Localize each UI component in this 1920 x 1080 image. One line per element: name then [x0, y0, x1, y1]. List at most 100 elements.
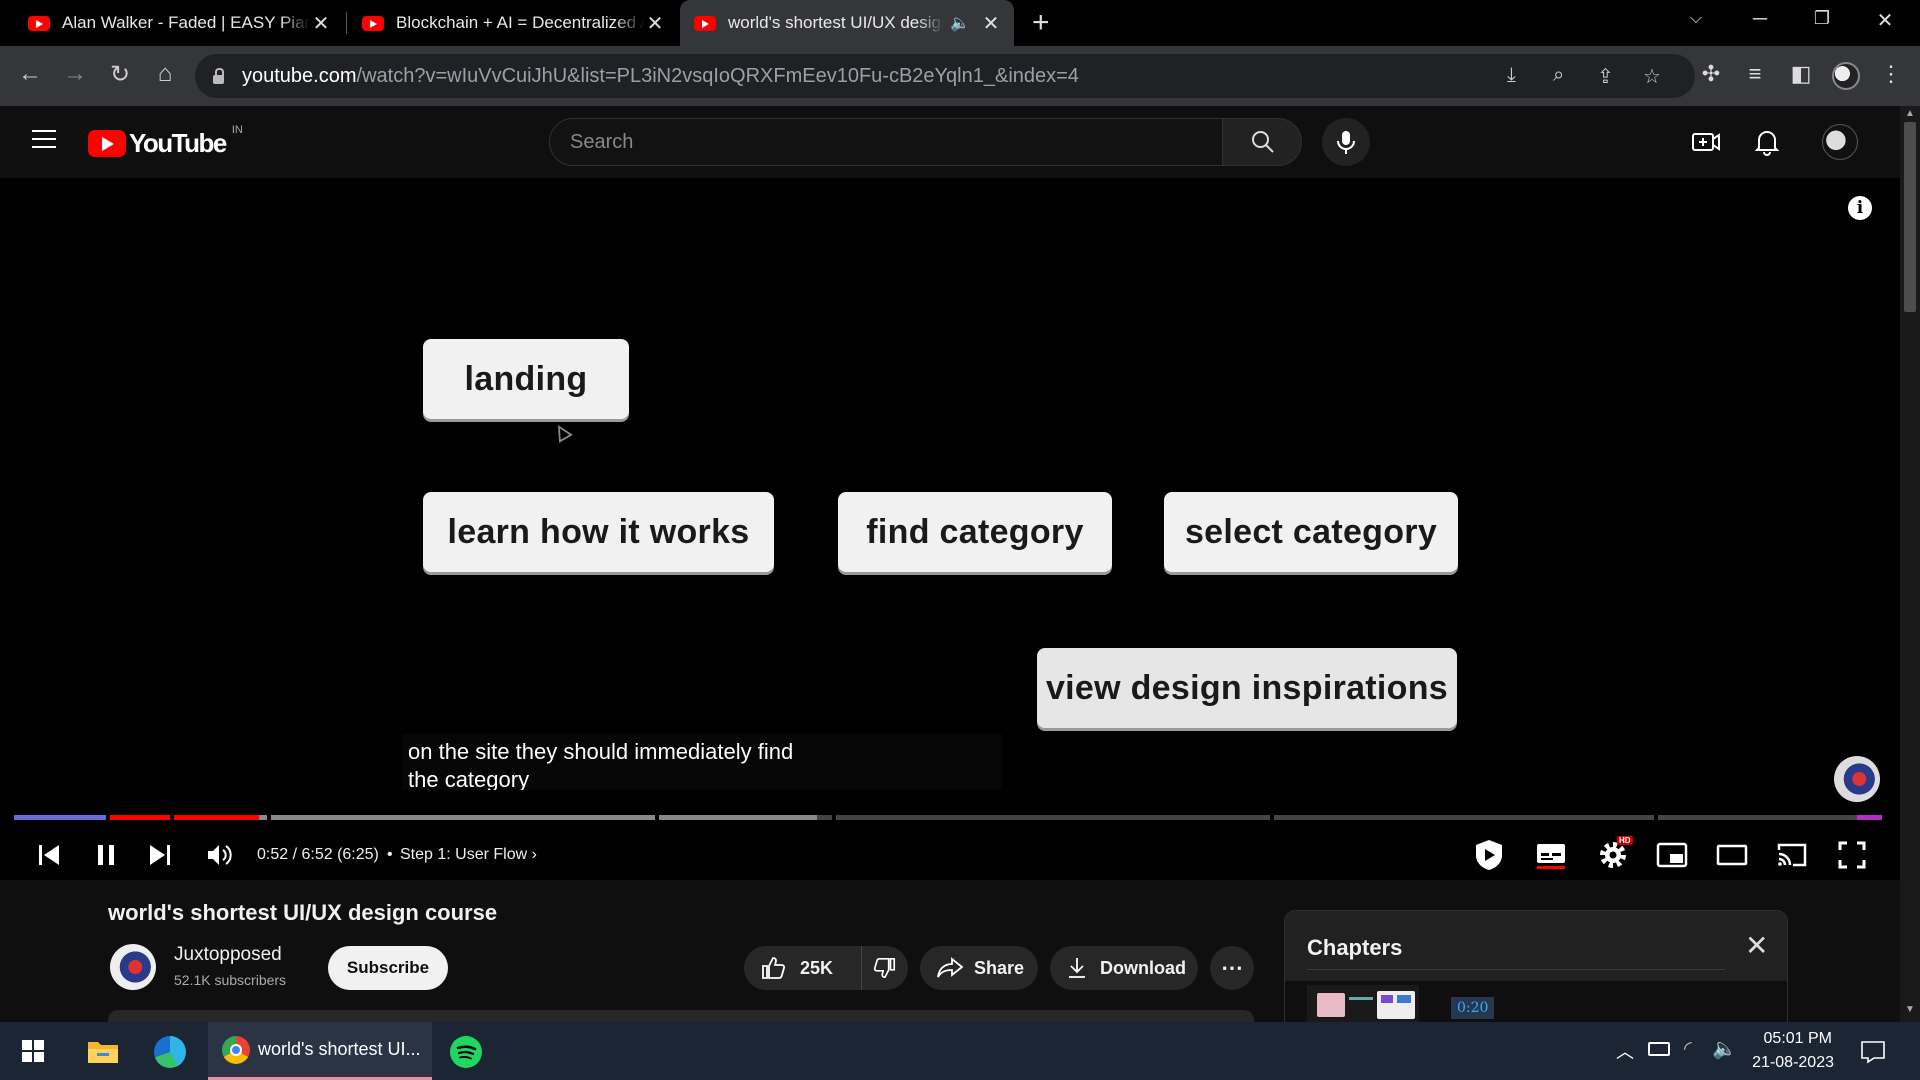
chapters-title: Chapters	[1307, 935, 1403, 960]
like-button[interactable]: 25K	[744, 946, 862, 990]
close-tab-icon[interactable]: ✕	[644, 11, 666, 36]
description-box[interactable]	[108, 1010, 1254, 1022]
share-button[interactable]: Share	[920, 946, 1038, 990]
share-arrow-icon	[937, 957, 964, 978]
browser-tab-2[interactable]: Blockchain + AI = Decentralized AI ✕	[334, 0, 678, 46]
youtube-logo[interactable]: YouTube IN	[88, 124, 243, 159]
chapter-timestamp[interactable]: 0:20	[1451, 997, 1495, 1019]
edge-browser-icon[interactable]	[154, 1036, 186, 1068]
fullscreen-icon[interactable]	[1838, 841, 1866, 869]
restore-button[interactable]: ❐	[1807, 8, 1837, 29]
subtitles-icon[interactable]	[1535, 840, 1567, 870]
create-video-icon[interactable]	[1690, 126, 1722, 158]
windows-start-icon[interactable]	[22, 1040, 44, 1062]
close-window-button[interactable]: ✕	[1870, 8, 1900, 33]
chapter-gap	[655, 815, 659, 820]
chapter-gap	[267, 815, 271, 820]
video-player[interactable]: i landing learn how it works find catego…	[0, 178, 1900, 880]
download-button[interactable]: Download	[1050, 946, 1198, 990]
forward-arrow-icon[interactable]: →	[59, 60, 91, 88]
time-display: 0:52 / 6:52 (6:25)	[257, 846, 379, 863]
search-icon	[1252, 131, 1274, 153]
search-button[interactable]	[1222, 118, 1302, 166]
close-tab-icon[interactable]: ✕	[980, 11, 1002, 36]
flow-box-select-category: select category	[1164, 492, 1458, 572]
theater-mode-icon[interactable]	[1716, 843, 1748, 867]
chapters-header: Chapters ✕	[1285, 911, 1787, 981]
close-tab-icon[interactable]: ✕	[310, 11, 332, 36]
progress-bar[interactable]	[14, 815, 1882, 820]
taskbar-chrome-window[interactable]: world's shortest UI...	[208, 1022, 432, 1080]
file-explorer-icon[interactable]	[87, 1038, 119, 1064]
subscribe-button[interactable]: Subscribe	[328, 946, 448, 990]
scrollbar-thumb[interactable]	[1904, 122, 1916, 312]
media-control-icon[interactable]: ≡	[1740, 61, 1770, 87]
wifi-icon[interactable]: ◜	[1684, 1036, 1692, 1061]
channel-name[interactable]: Juxtopposed	[174, 944, 282, 966]
cast-icon[interactable]	[1776, 841, 1808, 869]
thumbnail-block	[1317, 993, 1345, 1017]
like-count: 25K	[800, 957, 834, 978]
install-app-icon[interactable]: ⤓	[1507, 64, 1516, 87]
flow-box-find-category: find category	[838, 492, 1112, 572]
browser-tab-1[interactable]: Alan Walker - Faded | EASY Piano ✕	[0, 0, 344, 46]
miniplayer-icon[interactable]	[1656, 841, 1688, 869]
reload-icon[interactable]: ↻	[104, 60, 136, 89]
youtube-favicon-icon	[28, 15, 50, 31]
page-scrollbar[interactable]: ▲ ▼	[1900, 106, 1920, 1022]
close-icon[interactable]: ✕	[1745, 929, 1768, 962]
share-label: Share	[974, 957, 1025, 978]
search-input[interactable]	[570, 130, 1222, 154]
minimize-button[interactable]: ─	[1745, 8, 1775, 31]
thumbs-up-icon	[762, 957, 786, 979]
scroll-up-arrow-icon[interactable]: ▲	[1905, 108, 1915, 119]
channel-watermark[interactable]	[1834, 756, 1880, 802]
chapter-gap	[170, 815, 174, 820]
home-icon[interactable]: ⌂	[149, 60, 181, 88]
extensions-puzzle-icon[interactable]: ✣	[1696, 61, 1726, 87]
notifications-bell-icon[interactable]	[1751, 126, 1783, 158]
more-actions-button[interactable]: ⋯	[1210, 946, 1254, 990]
notification-center-icon[interactable]	[1860, 1040, 1886, 1064]
zoom-icon[interactable]: ⌕	[1553, 64, 1564, 87]
url-host: youtube.com	[242, 64, 357, 87]
share-page-icon[interactable]: ⇪	[1597, 64, 1614, 89]
chapter-thumbnail[interactable]	[1307, 985, 1419, 1022]
account-avatar[interactable]	[1822, 124, 1858, 160]
search-box[interactable]	[549, 118, 1223, 166]
new-tab-button[interactable]: +	[1032, 6, 1050, 40]
speaker-icon[interactable]: 🔈	[1712, 1036, 1737, 1061]
speaker-muted-icon[interactable]: 🔈	[950, 13, 970, 33]
battery-icon[interactable]	[1648, 1042, 1670, 1056]
volume-icon[interactable]	[205, 842, 233, 868]
clock-date[interactable]: 21-08-2023	[1744, 1054, 1834, 1072]
tab-search-chevron-icon[interactable]: ⌵	[1681, 10, 1711, 28]
clock-time[interactable]: 05:01 PM	[1756, 1030, 1832, 1048]
voice-search-button[interactable]	[1322, 118, 1370, 166]
lock-icon[interactable]	[213, 67, 224, 84]
hd-badge: HD	[1617, 836, 1633, 845]
menu-hamburger-icon[interactable]	[32, 130, 56, 148]
caption-line: the category	[408, 767, 530, 790]
shield-play-icon[interactable]	[1472, 838, 1506, 872]
previous-icon[interactable]	[36, 842, 62, 868]
next-icon[interactable]	[147, 842, 173, 868]
chapter-title-button[interactable]: Step 1: User Flow ›	[400, 846, 537, 864]
address-bar[interactable]: youtube.com/watch?v=wIuVvCuiJhU&list=PL3…	[195, 54, 1695, 98]
dislike-button[interactable]	[862, 946, 908, 990]
chevron-up-icon[interactable]: ︿	[1616, 1038, 1634, 1064]
browser-profile-avatar[interactable]	[1832, 62, 1860, 90]
channel-avatar[interactable]	[110, 944, 156, 990]
chapter-gap	[106, 815, 110, 820]
side-panel-icon[interactable]: ◧	[1786, 61, 1816, 87]
url-path: /watch?v=wIuVvCuiJhU&list=PL3iN2vsqIoQRX…	[356, 64, 1079, 87]
youtube-favicon-icon	[694, 15, 716, 31]
back-arrow-icon[interactable]: ←	[14, 60, 46, 88]
pause-icon[interactable]	[93, 842, 119, 868]
spotify-icon[interactable]	[450, 1036, 482, 1068]
scroll-down-arrow-icon[interactable]: ▼	[1905, 1004, 1915, 1015]
browser-menu-icon[interactable]: ⋮	[1876, 61, 1906, 87]
info-icon[interactable]: i	[1848, 196, 1872, 220]
browser-tab-3-active[interactable]: world's shortest UI/UX design course 🔈 ✕	[680, 0, 1014, 46]
bookmark-star-icon[interactable]: ☆	[1643, 64, 1661, 89]
